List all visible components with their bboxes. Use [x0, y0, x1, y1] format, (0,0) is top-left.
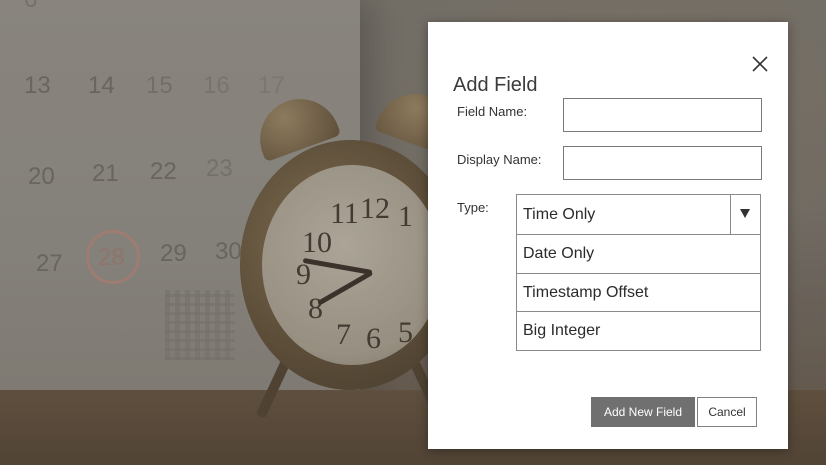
add-field-dialog: Add Field Field Name: Display Name: Type… — [428, 22, 788, 449]
display-name-input[interactable] — [563, 146, 762, 180]
type-select[interactable]: Time Only — [516, 194, 761, 236]
type-option[interactable]: Date Only — [517, 235, 760, 273]
type-select-value: Time Only — [523, 206, 596, 223]
dialog-title: Add Field — [453, 74, 538, 96]
close-button[interactable] — [746, 50, 772, 76]
type-option[interactable]: Big Integer — [517, 311, 760, 349]
close-icon — [752, 56, 768, 72]
cancel-button[interactable]: Cancel — [697, 397, 757, 427]
dropdown-arrow-icon — [740, 209, 750, 218]
field-name-input[interactable] — [563, 98, 762, 132]
type-label: Type: — [457, 200, 489, 215]
type-option[interactable]: Timestamp Offset — [517, 273, 760, 311]
display-name-label: Display Name: — [457, 152, 542, 167]
field-name-label: Field Name: — [457, 104, 528, 119]
type-select-toggle[interactable] — [730, 195, 760, 235]
add-new-field-button[interactable]: Add New Field — [591, 397, 695, 427]
type-options-list: Date Only Timestamp Offset Big Integer — [516, 234, 761, 351]
